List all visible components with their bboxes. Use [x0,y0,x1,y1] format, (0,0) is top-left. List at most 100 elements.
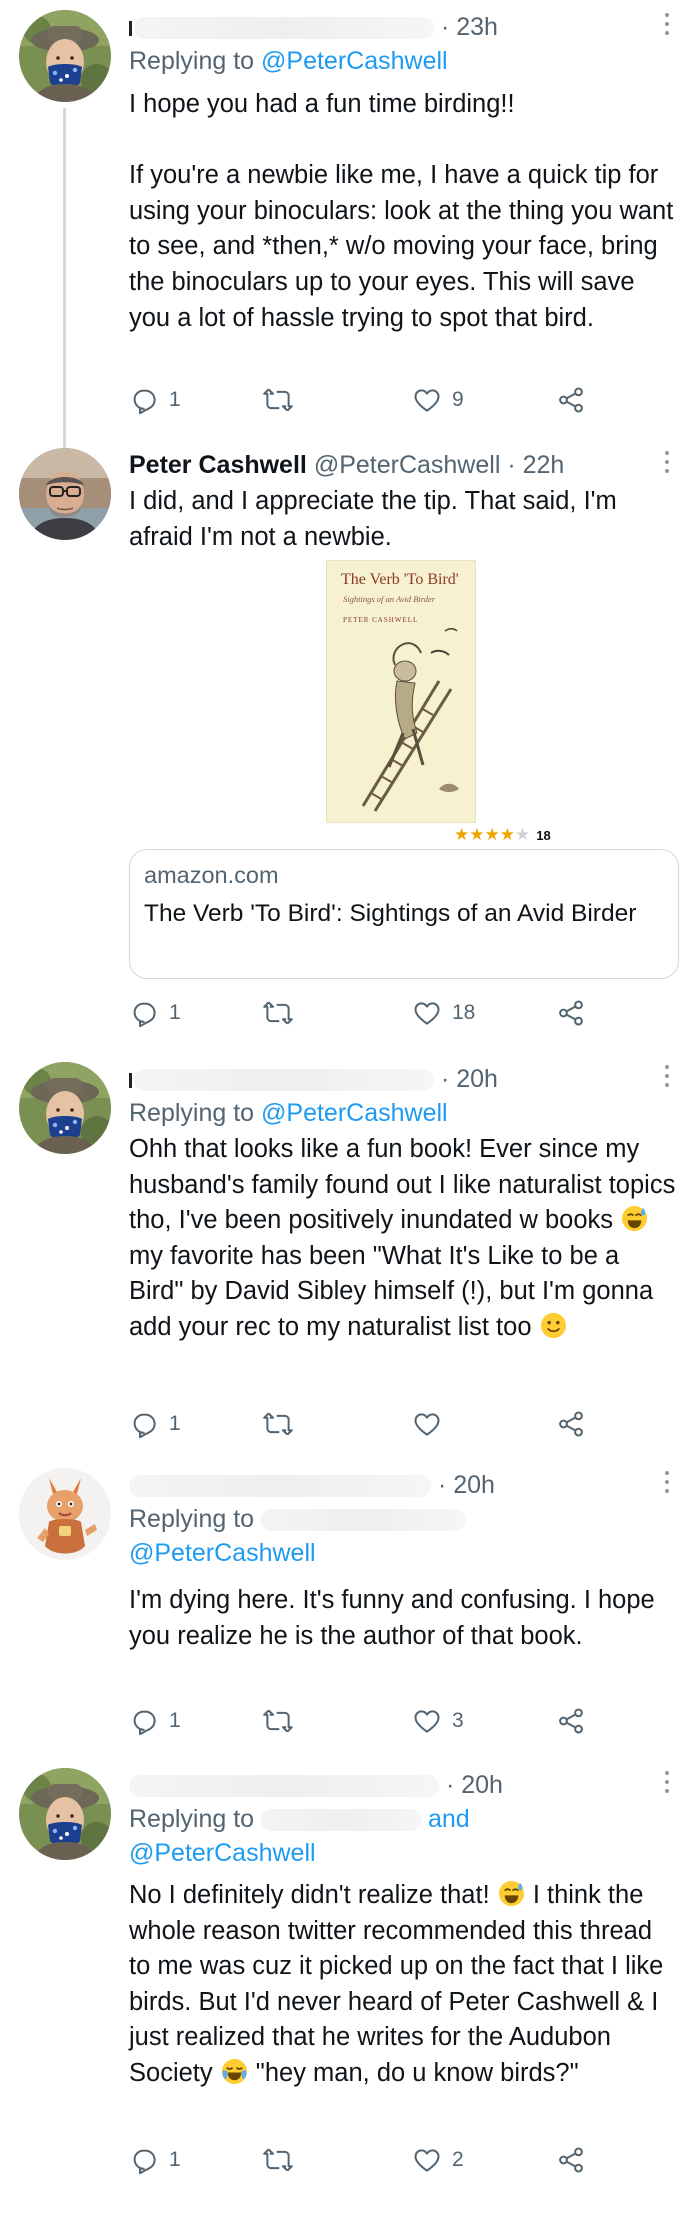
avatar[interactable] [19,10,111,102]
share-button[interactable] [556,383,586,417]
author-name[interactable]: Peter Cashwell [129,451,307,479]
redacted-username [129,1475,431,1498]
retweet-icon [263,2145,293,2175]
reply-button[interactable]: 1 [129,1704,181,1738]
share-button[interactable] [556,996,586,1030]
reply-count: 1 [169,1412,181,1435]
reply-count: 1 [169,1001,181,1024]
reply-button[interactable]: 1 [129,1407,181,1441]
share-button[interactable] [556,2143,586,2177]
tweet[interactable]: · 20h Replying to and @PeterCashwell No … [0,1768,700,2188]
star-empty-icon: ★ [515,825,531,844]
retweet-button[interactable] [263,2143,303,2177]
like-icon [412,2145,442,2175]
like-button[interactable]: 9 [412,383,464,417]
retweet-button[interactable] [263,383,303,417]
tweet-timestamp[interactable]: 23h [456,13,498,41]
share-button[interactable] [556,1704,586,1738]
like-button[interactable]: 2 [412,2143,464,2177]
tweet-text-part: No I definitely didn't realize that! [129,1881,497,1909]
more-icon[interactable] [664,1065,670,1091]
like-count: 2 [452,2148,464,2171]
slight-smile-emoji-icon [540,1312,566,1339]
like-button[interactable]: 18 [412,996,475,1030]
reply-icon [129,1409,159,1439]
more-icon[interactable] [664,13,670,39]
share-button[interactable] [556,1407,586,1441]
avatar[interactable] [19,1468,111,1560]
book-rating: ★ ★ ★ ★ ★ 18 [454,825,551,844]
mention-link[interactable]: @PeterCashwell [129,1539,316,1567]
like-button[interactable] [412,1407,452,1441]
like-icon [412,998,442,1028]
redacted-username [134,1069,434,1092]
like-icon [412,1706,442,1736]
tweet-text-part: "hey man, do u know birds?" [248,2058,579,2087]
reply-count: 1 [169,1709,181,1732]
mention-link[interactable]: @PeterCashwell [129,1839,316,1867]
retweet-icon [263,1409,293,1439]
book-cover-image[interactable]: The Verb 'To Bird' Sightings of an Avid … [326,560,476,823]
conversation-thread: · 23h Replying to @PeterCashwell I hope … [0,0,700,2213]
tweet[interactable]: · 20h Replying to @PeterCashwell I'm dyi… [0,1468,700,1743]
replying-label: Replying to [129,1805,255,1833]
more-icon[interactable] [664,1771,670,1797]
reply-button[interactable]: 1 [129,383,181,417]
tweet-timestamp[interactable]: 20h [461,1771,503,1799]
tweet-header: · 20h [129,1062,498,1096]
reply-button[interactable]: 1 [129,2143,181,2177]
retweet-button[interactable] [263,1407,303,1441]
tweet-header: · 20h [129,1768,503,1802]
replying-label: Replying to [129,1505,255,1533]
replying-to: Replying to @PeterCashwell [129,1096,448,1131]
tweet[interactable]: · 20h Replying to @PeterCashwell Ohh tha… [0,1062,700,1442]
share-icon [556,2145,586,2175]
reply-count: 1 [169,2148,181,2171]
username-fragment [129,20,132,36]
share-icon [556,998,586,1028]
tweet-timestamp[interactable]: 22h [523,451,565,479]
tweet[interactable]: · 23h Replying to @PeterCashwell I hope … [0,10,700,450]
link-card[interactable]: amazon.com The Verb 'To Bird': Sightings… [129,849,679,979]
tweet-timestamp[interactable]: 20h [453,1471,495,1499]
tweet-timestamp[interactable]: 20h [456,1065,498,1093]
avatar[interactable] [19,448,111,540]
thread-line [63,108,66,450]
avatar[interactable] [19,1062,111,1154]
more-icon[interactable] [664,451,670,477]
retweet-button[interactable] [263,1704,303,1738]
mention-link[interactable]: @PeterCashwell [261,47,448,75]
replying-to-line2: @PeterCashwell [129,1536,316,1571]
tweet-text: I did, and I appreciate the tip. That sa… [129,487,617,551]
book-cover-illustration [361,628,459,812]
tweet-text: I'm dying here. It's funny and confusing… [129,1586,655,1650]
like-count: 18 [452,1001,476,1024]
tweet-text: I hope you had a fun time birding!! If y… [129,90,674,332]
like-button[interactable]: 3 [412,1704,464,1738]
redacted-username [129,1775,439,1798]
star-icon: ★ [499,825,515,844]
tweet-text: No I definitely didn't realize that! I t… [129,1878,679,2092]
reply-button[interactable]: 1 [129,996,181,1030]
mention-link[interactable]: @PeterCashwell [261,1099,448,1127]
star-icon: ★ [484,825,500,844]
tweet-text-part: I think the whole reason twitter recomme… [129,1881,664,2087]
redacted-mention [261,1509,467,1532]
tweet-header: · 20h [129,1468,495,1502]
star-icon: ★ [454,825,470,844]
tweet-text-part: Ohh that looks like a fun book! Ever sin… [129,1135,676,1235]
like-icon [412,1409,442,1439]
replying-and: and [427,1805,470,1833]
reply-icon [129,998,159,1028]
more-icon[interactable] [664,1471,670,1497]
replying-to: Replying to @PeterCashwell [129,44,448,79]
avatar[interactable] [19,1768,111,1860]
retweet-button[interactable] [263,996,303,1030]
tweet-text: Ohh that looks like a fun book! Ever sin… [129,1132,679,1346]
author-handle[interactable]: @PeterCashwell [314,451,501,479]
sweat-smile-emoji-icon [498,1880,524,1907]
rating-count: 18 [536,827,551,843]
like-count: 9 [452,388,464,411]
star-icon: ★ [469,825,485,844]
retweet-icon [263,385,293,415]
